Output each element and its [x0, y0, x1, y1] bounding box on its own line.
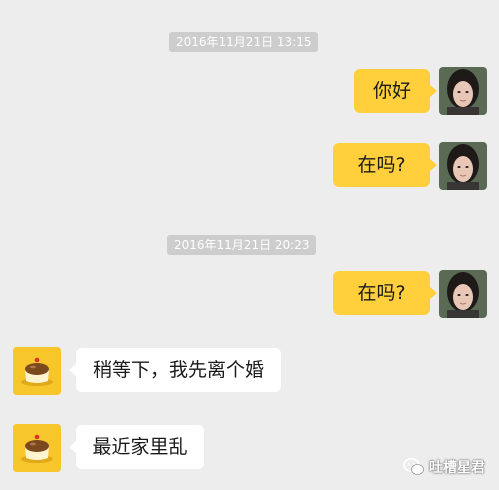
- pudding-icon: [13, 347, 61, 395]
- incoming-message[interactable]: 最近家里乱: [69, 425, 204, 469]
- pudding-icon: [13, 424, 61, 472]
- avatar-photo: [439, 67, 487, 115]
- contact-avatar[interactable]: [13, 347, 61, 395]
- wechat-icon: [403, 458, 424, 475]
- watermark: 吐槽星君: [403, 456, 485, 478]
- avatar-photo: [439, 142, 487, 190]
- outgoing-message[interactable]: 你好: [354, 69, 437, 113]
- watermark-text: 吐槽星君: [429, 460, 485, 476]
- user-avatar[interactable]: [439, 142, 487, 190]
- avatar-photo: [439, 270, 487, 318]
- timestamp: 2016年11月21日 20:23: [167, 235, 317, 255]
- contact-avatar[interactable]: [13, 424, 61, 472]
- outgoing-message[interactable]: 在吗?: [333, 271, 437, 315]
- incoming-message[interactable]: 稍等下，我先离个婚: [69, 348, 281, 392]
- outgoing-message[interactable]: 在吗?: [333, 143, 437, 187]
- user-avatar[interactable]: [439, 67, 487, 115]
- timestamp: 2016年11月21日 13:15: [169, 32, 319, 52]
- user-avatar[interactable]: [439, 270, 487, 318]
